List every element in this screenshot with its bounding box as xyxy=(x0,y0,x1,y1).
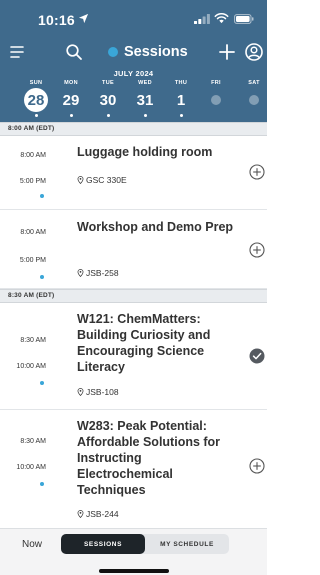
session-row[interactable]: 8:00 AM 5:00 PM Luggage holding room GSC… xyxy=(0,136,267,210)
tab-my-schedule[interactable]: MY SCHEDULE xyxy=(145,534,229,554)
session-start-time: 8:00 AM xyxy=(20,229,46,236)
plus-icon[interactable] xyxy=(217,42,237,62)
day-number: 29 xyxy=(62,91,80,109)
day-abbr: THU xyxy=(174,80,188,86)
battery-icon xyxy=(234,14,254,24)
session-title: Luggage holding room xyxy=(77,145,213,159)
pin-icon xyxy=(77,388,84,396)
day-abbr: WED xyxy=(138,80,152,86)
session-start-time: 8:30 AM xyxy=(20,438,46,445)
event-dot xyxy=(179,114,183,117)
session-end-time: 10:00 AM xyxy=(16,363,46,370)
add-circle-icon[interactable] xyxy=(249,242,265,258)
event-dot xyxy=(143,114,147,117)
tab-sessions[interactable]: SESSIONS xyxy=(61,534,145,554)
page-title: Sessions xyxy=(124,44,188,60)
day-number: 28 xyxy=(24,88,48,112)
track-dot xyxy=(40,381,44,385)
session-location: JSB-258 xyxy=(77,268,119,278)
session-location: GSC 330E xyxy=(77,175,127,185)
status-time: 10:16 xyxy=(38,12,75,28)
add-circle-icon[interactable] xyxy=(249,458,265,474)
header-area: 10:16 Sessions JULY 2024 SUN 28 MON 29 T… xyxy=(0,0,267,122)
session-start-time: 8:30 AM xyxy=(20,337,46,344)
session-end-time: 5:00 PM xyxy=(19,178,46,185)
location-text: JSB-108 xyxy=(86,387,119,397)
time-section-header: 8:30 AM (EDT) xyxy=(0,289,267,303)
wifi-icon xyxy=(214,13,229,24)
session-start-time: 8:00 AM xyxy=(20,152,46,159)
location-text: GSC 330E xyxy=(86,175,127,185)
day-placeholder xyxy=(211,95,221,105)
search-icon[interactable] xyxy=(64,42,84,62)
nav-title-group[interactable]: Sessions xyxy=(108,42,188,62)
day-fri: FRI xyxy=(198,80,234,105)
month-label: JULY 2024 xyxy=(113,69,154,78)
day-number: 30 xyxy=(99,91,117,109)
session-location: JSB-108 xyxy=(77,387,119,397)
day-abbr: SUN xyxy=(29,80,43,86)
event-dot xyxy=(106,114,110,117)
day-sat: SAT xyxy=(236,80,272,105)
session-title: Workshop and Demo Prep xyxy=(77,220,234,234)
day-tue[interactable]: TUE 30 xyxy=(90,80,126,117)
section-label: 8:30 AM (EDT) xyxy=(8,292,55,299)
location-text: JSB-258 xyxy=(86,268,119,278)
day-abbr: TUE xyxy=(102,80,114,86)
day-number: 31 xyxy=(136,91,154,109)
session-location: JSB-244 xyxy=(77,509,119,519)
location-text: JSB-244 xyxy=(86,509,119,519)
day-abbr: SAT xyxy=(248,80,260,86)
add-circle-icon[interactable] xyxy=(249,164,265,180)
pin-icon xyxy=(77,269,84,277)
session-end-time: 10:00 AM xyxy=(16,464,46,471)
track-dot xyxy=(40,194,44,198)
session-row[interactable]: 8:30 AM 10:00 AM W283: Peak Potential: A… xyxy=(0,410,267,528)
session-end-time: 5:00 PM xyxy=(19,257,46,264)
day-placeholder xyxy=(249,95,259,105)
section-label: 8:00 AM (EDT) xyxy=(8,125,55,132)
track-dot xyxy=(40,275,44,279)
time-section-header: 8:00 AM (EDT) xyxy=(0,122,267,136)
track-color-dot xyxy=(108,47,118,57)
day-wed[interactable]: WED 31 xyxy=(127,80,163,117)
session-row[interactable]: 8:00 AM 5:00 PM Workshop and Demo Prep J… xyxy=(0,210,267,289)
bottom-bar: Now SESSIONS MY SCHEDULE xyxy=(0,528,267,575)
session-title: W121: ChemMatters: Building Curiosity an… xyxy=(77,312,211,374)
day-abbr: FRI xyxy=(211,80,221,86)
signal-icon xyxy=(194,14,210,24)
nav-bar: Sessions xyxy=(0,38,267,66)
day-mon[interactable]: MON 29 xyxy=(53,80,89,117)
event-dot xyxy=(69,114,73,117)
day-abbr: MON xyxy=(64,80,78,86)
track-dot xyxy=(40,482,44,486)
session-row[interactable]: 8:30 AM 10:00 AM W121: ChemMatters: Buil… xyxy=(0,303,267,410)
view-segmented-control: SESSIONS MY SCHEDULE xyxy=(61,534,229,554)
location-arrow-icon xyxy=(78,13,89,24)
pin-icon xyxy=(77,176,84,184)
status-bar: 10:16 xyxy=(0,0,267,38)
account-icon[interactable] xyxy=(244,42,264,62)
check-circle-icon[interactable] xyxy=(249,348,265,364)
now-button[interactable]: Now xyxy=(22,539,42,550)
home-indicator xyxy=(99,569,169,573)
pin-icon xyxy=(77,510,84,518)
week-strip: JULY 2024 SUN 28 MON 29 TUE 30 WED 31 TH… xyxy=(0,66,267,122)
event-dot xyxy=(34,114,38,117)
session-title: W283: Peak Potential: Affordable Solutio… xyxy=(77,419,221,497)
day-number: 1 xyxy=(176,91,186,109)
day-sun[interactable]: SUN 28 xyxy=(18,80,54,117)
menu-icon[interactable] xyxy=(8,42,28,62)
day-thu[interactable]: THU 1 xyxy=(163,80,199,117)
